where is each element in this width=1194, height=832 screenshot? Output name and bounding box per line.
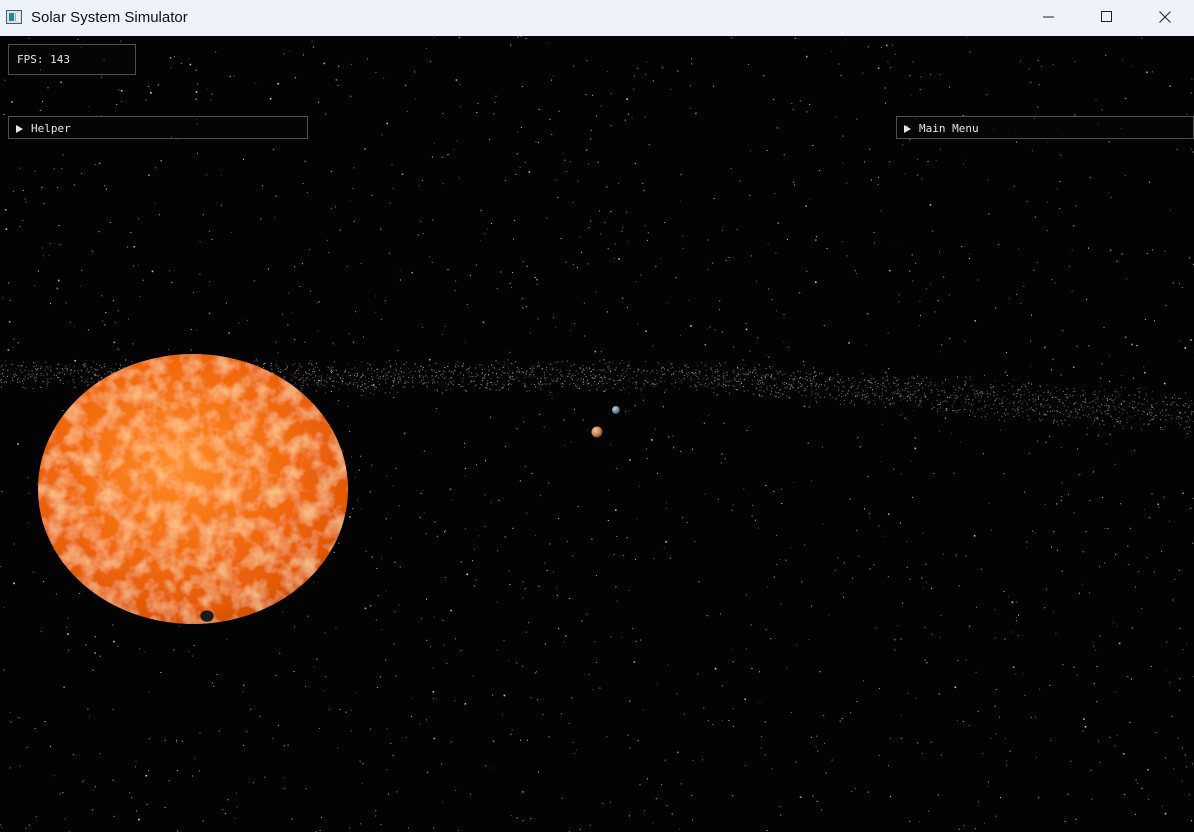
maximize-button[interactable] (1078, 0, 1136, 36)
maximize-icon (1101, 11, 1112, 22)
close-button[interactable] (1136, 0, 1194, 36)
dark-planet[interactable] (200, 610, 214, 622)
collapsed-arrow-icon (16, 124, 23, 133)
fps-overlay: FPS: 143 (8, 44, 136, 75)
helper-panel: Helper (8, 116, 308, 139)
app-window-icon (6, 10, 22, 24)
close-icon (1159, 11, 1171, 23)
helper-header[interactable]: Helper (9, 117, 307, 138)
minimize-button[interactable] (1020, 0, 1078, 36)
blue-planet[interactable] (612, 406, 620, 414)
main-menu-header[interactable]: Main Menu (897, 117, 1193, 138)
title-bar[interactable]: Solar System Simulator (0, 0, 1194, 36)
fps-label: FPS: 143 (17, 53, 70, 66)
app-window: Solar System Simulator FPS: 143 Helper M… (0, 0, 1194, 832)
sun[interactable] (38, 354, 348, 624)
space-scene (0, 36, 1194, 832)
main-menu-panel: Main Menu (896, 116, 1194, 139)
orange-planet[interactable] (591, 426, 603, 438)
minimize-icon (1043, 16, 1054, 18)
helper-label: Helper (31, 122, 71, 135)
window-title: Solar System Simulator (31, 9, 188, 26)
collapsed-arrow-icon (904, 124, 911, 133)
main-menu-label: Main Menu (919, 122, 979, 135)
space-viewport[interactable]: FPS: 143 Helper Main Menu (0, 36, 1194, 832)
